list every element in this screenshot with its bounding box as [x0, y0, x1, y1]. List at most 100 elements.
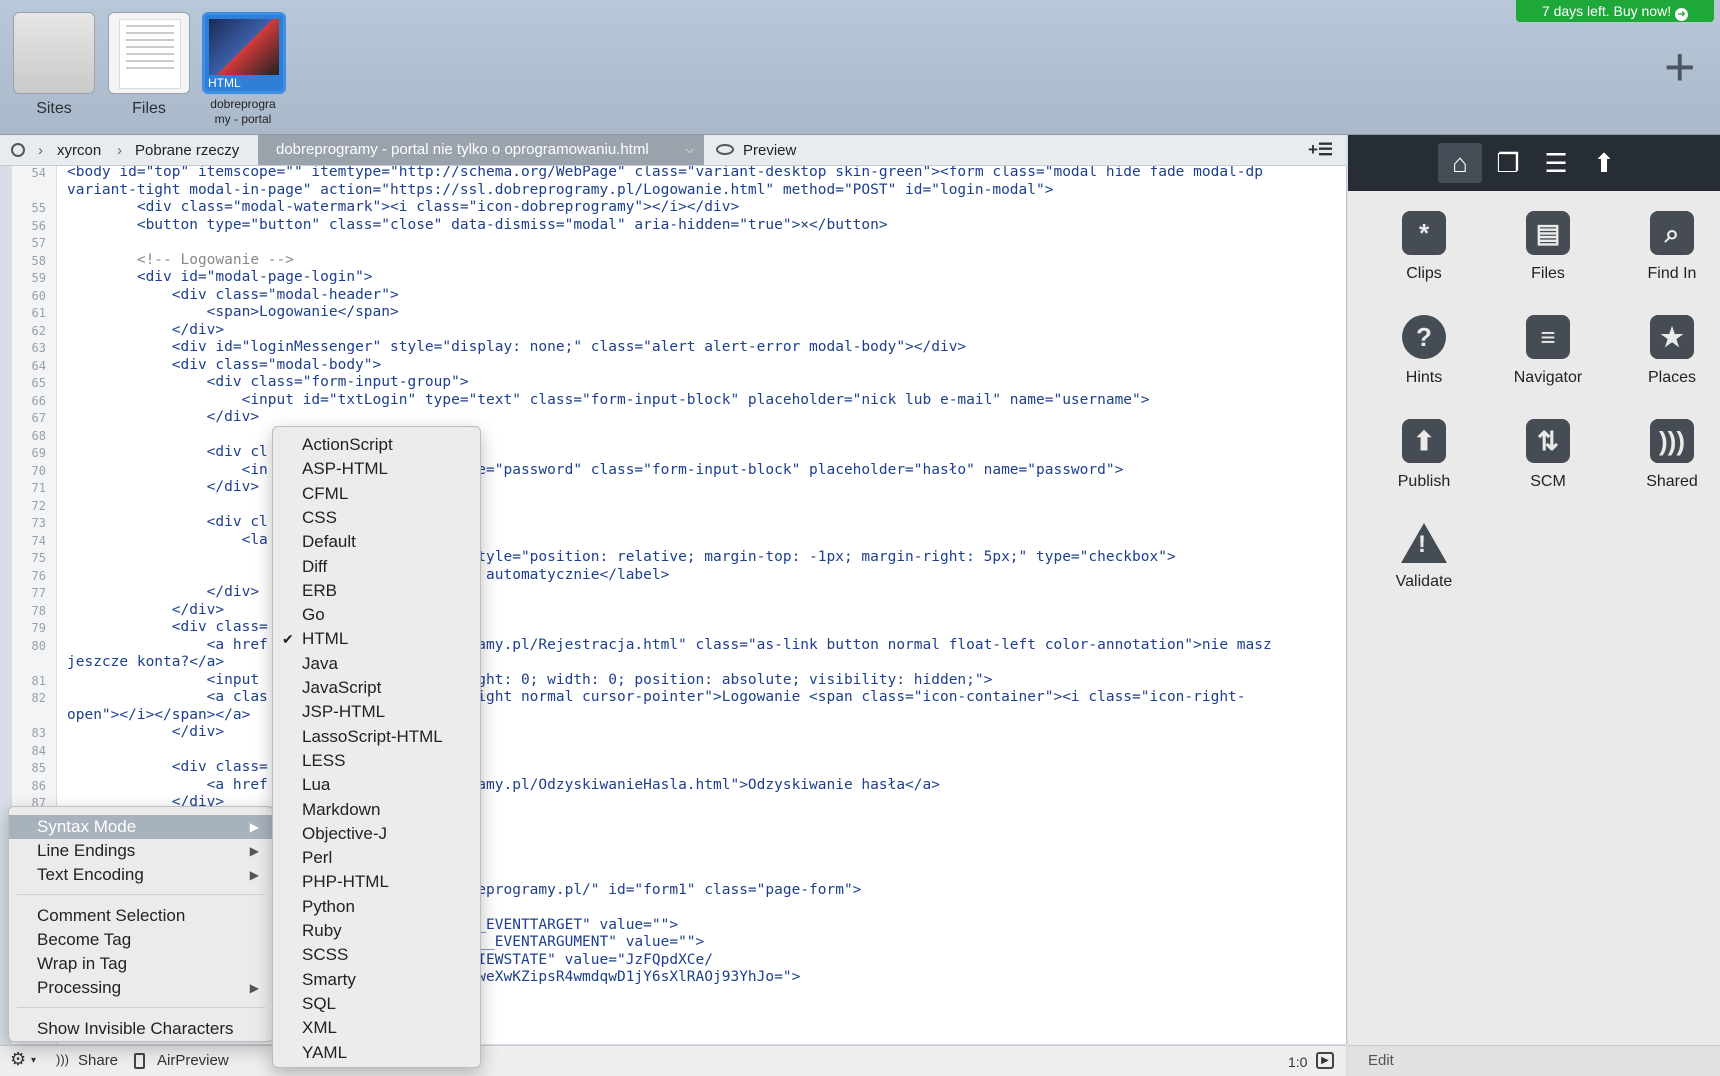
syntax-option-erb[interactable]: ERB — [273, 579, 480, 603]
syntax-option-yaml[interactable]: YAML — [273, 1041, 480, 1065]
submenu-arrow-icon: ▶ — [249, 820, 259, 834]
syntax-option-label: CFML — [302, 483, 349, 503]
menu-item-show-invisible-characters[interactable]: Show Invisible Characters — [9, 1017, 273, 1041]
document-type-badge: HTML — [208, 76, 241, 90]
pages-icon[interactable]: ❐ — [1486, 143, 1530, 183]
syntax-option-label: Smarty — [302, 969, 356, 989]
document-icon[interactable]: ☰ — [1534, 143, 1578, 183]
menu-item-become-tag[interactable]: Become Tag — [9, 928, 273, 952]
panel-item-files[interactable]: ▤ Files — [1486, 211, 1610, 283]
code-line: <body id="top" itemscope="" itemtype="ht… — [67, 166, 1263, 180]
tab-files[interactable]: Files — [108, 12, 190, 118]
preview-button[interactable]: Preview — [743, 142, 796, 159]
code-line: </div> — [67, 724, 225, 740]
library-panel: * Clips ▤ Files ⌕ Find In ? Hints ≡ Navigator ★ Pla… — [1348, 191, 1720, 1045]
line-number: 79 — [31, 621, 46, 635]
syntax-option-html[interactable]: ✔ HTML — [273, 627, 480, 651]
gear-icon[interactable]: ⚙ — [10, 1049, 26, 1070]
syntax-option-scss[interactable]: SCSS — [273, 943, 480, 967]
line-number: 78 — [31, 603, 46, 618]
panel-item-validate[interactable]: ! Validate — [1362, 523, 1486, 591]
menu-item-wrap-in-tag[interactable]: Wrap in Tag — [9, 952, 273, 976]
syntax-option-jsp-html[interactable]: JSP-HTML — [273, 700, 480, 724]
syntax-option-ruby[interactable]: Ruby — [273, 919, 480, 943]
menu-item-line-endings[interactable]: Line Endings ▶ — [9, 839, 273, 863]
syntax-option-css[interactable]: CSS — [273, 506, 480, 530]
syntax-option-go[interactable]: Go — [273, 603, 480, 627]
syntax-option-label: Perl — [302, 848, 333, 868]
menu-separator — [17, 1007, 265, 1008]
syntax-option-php-html[interactable]: PHP-HTML — [273, 870, 480, 894]
syntax-option-lassoscript-html[interactable]: LassoScript-HTML — [273, 725, 480, 749]
code-line: <a clas right normal cursor-pointer">Log… — [67, 689, 1246, 705]
syntax-option-sql[interactable]: SQL — [273, 992, 480, 1016]
chevron-down-icon: ⌵ — [685, 144, 694, 156]
share-icon: ))) — [56, 1052, 69, 1067]
add-list-icon[interactable]: +☰ — [1308, 140, 1333, 160]
places-icon: ★ — [1650, 315, 1694, 359]
breadcrumb-item-xyrcon[interactable]: xyrcon — [57, 142, 101, 159]
site-circle-icon[interactable] — [11, 143, 25, 157]
syntax-option-java[interactable]: Java — [273, 652, 480, 676]
syntax-option-label: YAML — [302, 1042, 348, 1062]
panel-item-scm[interactable]: ⇅ SCM — [1486, 419, 1610, 491]
line-number: 70 — [31, 463, 46, 478]
syntax-option-actionscript[interactable]: ActionScript — [273, 433, 480, 457]
syntax-option-python[interactable]: Python — [273, 895, 480, 919]
panel-item-clips[interactable]: * Clips — [1362, 211, 1486, 283]
code-line: <input id="txtLogin" type="text" class="… — [67, 391, 1150, 408]
panel-item-label: Places — [1647, 369, 1697, 386]
syntax-option-label: SCSS — [302, 945, 349, 965]
airpreview-button[interactable]: AirPreview — [157, 1052, 229, 1069]
syntax-option-markdown[interactable]: Markdown — [273, 798, 480, 822]
tab-sites[interactable]: Sites — [13, 12, 95, 118]
syntax-option-objective-j[interactable]: Objective-J — [273, 822, 480, 846]
panel-item-label: Find In — [1647, 265, 1697, 282]
syntax-option-xml[interactable]: XML — [273, 1016, 480, 1040]
line-number: 76 — [31, 568, 46, 583]
code-line: </div> — [67, 601, 225, 618]
syntax-option-label: Lua — [302, 775, 331, 795]
line-number: 82 — [31, 691, 46, 705]
menu-item-text-encoding[interactable]: Text Encoding ▶ — [9, 863, 273, 887]
syntax-option-cfml[interactable]: CFML — [273, 482, 480, 506]
play-icon[interactable]: ▶ — [1316, 1052, 1334, 1069]
syntax-option-javascript[interactable]: JavaScript — [273, 676, 480, 700]
syntax-option-lua[interactable]: Lua — [273, 773, 480, 797]
panel-item-places[interactable]: ★ Places — [1610, 315, 1720, 387]
chevron-right-icon: › — [38, 142, 43, 159]
panel-item-hints[interactable]: ? Hints — [1362, 315, 1486, 387]
syntax-option-asp-html[interactable]: ASP-HTML — [273, 457, 480, 481]
line-number: 84 — [31, 743, 46, 758]
line-number: 57 — [31, 236, 46, 250]
breadcrumb-item-downloads[interactable]: Pobrane rzeczy — [135, 142, 239, 159]
panel-item-publish[interactable]: ⬆ Publish — [1362, 419, 1486, 491]
validate-icon: ! — [1401, 523, 1447, 563]
buy-now-button[interactable]: 7 days left. Buy now! ➜ — [1516, 0, 1714, 22]
syntax-option-diff[interactable]: Diff — [273, 555, 480, 579]
menu-item-label: Line Endings — [37, 841, 136, 860]
line-number: 64 — [31, 358, 46, 373]
add-tab-icon[interactable]: + — [1664, 40, 1696, 94]
breadcrumb-current-file[interactable]: dobreprogramy - portal nie tylko o oprog… — [258, 135, 704, 165]
edit-button[interactable]: Edit — [1368, 1052, 1394, 1069]
upload-arrow-icon[interactable]: ⬆ — [1582, 143, 1626, 183]
code-line: <div cl — [67, 514, 268, 530]
share-button[interactable]: Share — [78, 1052, 118, 1069]
syntax-option-default[interactable]: Default — [273, 530, 480, 554]
menu-separator — [17, 894, 265, 895]
home-icon[interactable]: ⌂ — [1438, 143, 1482, 183]
code-line: <div class="modal-watermark"><i class="i… — [67, 199, 740, 215]
syntax-option-less[interactable]: LESS — [273, 749, 480, 773]
code-line: <a href ramy.pl/Rejestracja.html" class=… — [67, 636, 1272, 653]
panel-item-label: Clips — [1406, 265, 1442, 282]
syntax-option-perl[interactable]: Perl — [273, 846, 480, 870]
tab-document[interactable]: HTML dobreprogra my - portal — [202, 12, 286, 127]
panel-item-find-in[interactable]: ⌕ Find In — [1610, 211, 1720, 283]
menu-item-syntax-mode[interactable]: Syntax Mode ▶ — [9, 815, 273, 839]
panel-item-navigator[interactable]: ≡ Navigator — [1486, 315, 1610, 387]
menu-item-processing[interactable]: Processing ▶ — [9, 976, 273, 1000]
panel-item-shared[interactable]: ))) Shared — [1610, 419, 1720, 491]
syntax-option-smarty[interactable]: Smarty — [273, 968, 480, 992]
menu-item-comment-selection[interactable]: Comment Selection — [9, 904, 273, 928]
